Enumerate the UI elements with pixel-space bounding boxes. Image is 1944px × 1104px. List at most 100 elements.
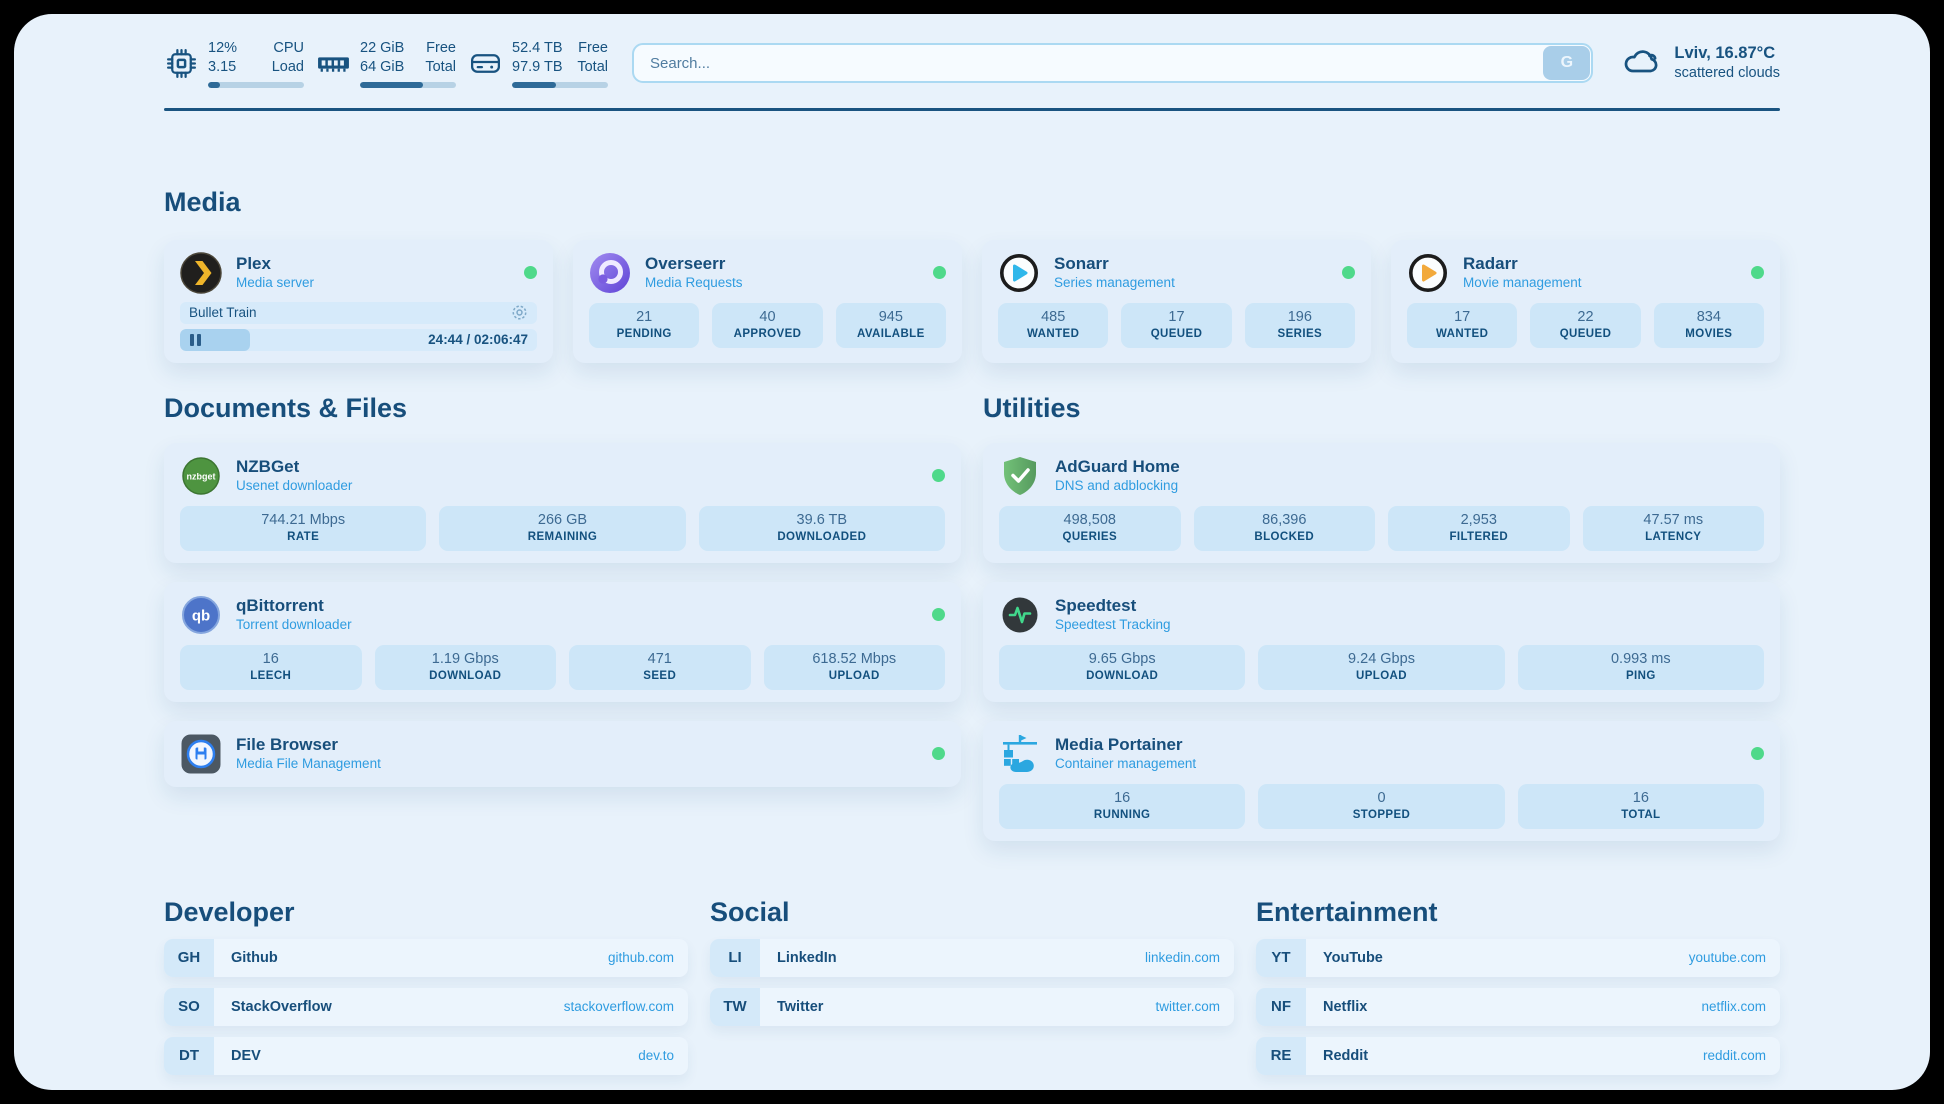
stat-label: AVAILABLE	[836, 327, 946, 342]
bookmark-reddit[interactable]: RE Reddit reddit.com	[1256, 1037, 1780, 1075]
section-title-media: Media	[164, 187, 1780, 218]
stat-label: RATE	[180, 530, 426, 545]
stat-value: 16	[1518, 789, 1764, 808]
system-stats: 12%CPU 3.15Load	[164, 39, 608, 88]
stat-label: LATENCY	[1583, 530, 1765, 545]
filebrowser-icon	[180, 733, 222, 775]
hard-drive-icon	[468, 46, 503, 81]
app-card-sonarr[interactable]: Sonarr Series management 485WANTED 17QUE…	[982, 240, 1371, 363]
stat-tile: 498,508QUERIES	[999, 506, 1181, 551]
stat-tile: 21PENDING	[589, 303, 699, 348]
search-provider-button[interactable]: G	[1543, 46, 1590, 80]
stat-tile: 47.57 msLATENCY	[1583, 506, 1765, 551]
app-subtitle: DNS and adblocking	[1055, 477, 1180, 495]
disk-label-bottom: Total	[577, 58, 608, 77]
stat-label: WANTED	[1407, 327, 1517, 342]
bookmark-name: YouTube	[1323, 950, 1383, 966]
now-playing-row: Bullet Train	[180, 302, 537, 324]
app-card-speedtest[interactable]: Speedtest Speedtest Tracking 9.65 GbpsDO…	[983, 582, 1780, 702]
disk-label-top: Free	[578, 39, 608, 58]
stat-value: 485	[998, 308, 1108, 327]
bookmark-url: twitter.com	[1155, 999, 1220, 1014]
stat-value: 40	[712, 308, 822, 327]
speedtest-icon	[999, 594, 1041, 636]
stat-value: 16	[180, 650, 362, 669]
app-card-portainer[interactable]: Media Portainer Container management 16R…	[983, 721, 1780, 841]
ram-progress-fill	[360, 82, 423, 88]
section-documents: Documents & Files nzbget NZBGet Usenet d…	[164, 393, 961, 787]
bookmark-abbr: GH	[164, 939, 214, 977]
bookmark-youtube[interactable]: YT YouTube youtube.com	[1256, 939, 1780, 977]
stat-label: UPLOAD	[1258, 669, 1504, 684]
disk-total-value: 97.9 TB	[512, 58, 563, 77]
stat-tile: 9.65 GbpsDOWNLOAD	[999, 645, 1245, 690]
bookmark-group-developer: Developer GH Github github.com SO StackO…	[164, 897, 688, 1075]
stat-tile: 834MOVIES	[1654, 303, 1764, 348]
stat-tile: 945AVAILABLE	[836, 303, 946, 348]
bookmark-netflix[interactable]: NF Netflix netflix.com	[1256, 988, 1780, 1026]
app-title: Speedtest	[1055, 595, 1171, 616]
stat-tile: 16TOTAL	[1518, 784, 1764, 829]
dashboard-panel: 12%CPU 3.15Load	[14, 14, 1930, 1090]
ram-label-top: Free	[426, 39, 456, 58]
bookmark-github[interactable]: GH Github github.com	[164, 939, 688, 977]
app-title: Overseerr	[645, 253, 743, 274]
app-card-plex[interactable]: Plex Media server Bullet Train	[164, 240, 553, 363]
app-subtitle: Speedtest Tracking	[1055, 616, 1171, 634]
app-card-nzbget[interactable]: nzbget NZBGet Usenet downloader 744.21 M…	[164, 443, 961, 563]
plex-icon	[180, 252, 222, 294]
search-input[interactable]	[632, 43, 1593, 83]
app-subtitle: Media server	[236, 274, 314, 292]
disk-stat: 52.4 TBFree 97.9 TBTotal	[468, 39, 608, 88]
status-dot	[1751, 266, 1764, 279]
stat-label: PENDING	[589, 327, 699, 342]
stat-tile: 0STOPPED	[1258, 784, 1504, 829]
stat-value: 744.21 Mbps	[180, 511, 426, 530]
app-subtitle: Container management	[1055, 755, 1196, 773]
bookmark-dev[interactable]: DT DEV dev.to	[164, 1037, 688, 1075]
stat-value: 2,953	[1388, 511, 1570, 530]
app-card-radarr[interactable]: Radarr Movie management 17WANTED 22QUEUE…	[1391, 240, 1780, 363]
section-utilities: Utilities AdGuard Home	[983, 393, 1780, 841]
app-title: Radarr	[1463, 253, 1582, 274]
app-title: File Browser	[236, 734, 381, 755]
stat-value: 21	[589, 308, 699, 327]
bookmark-url: linkedin.com	[1145, 950, 1220, 965]
bookmark-stackoverflow[interactable]: SO StackOverflow stackoverflow.com	[164, 988, 688, 1026]
stat-label: DOWNLOAD	[999, 669, 1245, 684]
stat-value: 16	[999, 789, 1245, 808]
sonarr-icon	[998, 252, 1040, 294]
bookmark-twitter[interactable]: TW Twitter twitter.com	[710, 988, 1234, 1026]
stat-value: 17	[1407, 308, 1517, 327]
app-card-filebrowser[interactable]: File Browser Media File Management	[164, 721, 961, 787]
stat-value: 39.6 TB	[699, 511, 945, 530]
app-title: Sonarr	[1054, 253, 1175, 274]
search-box: G	[632, 43, 1593, 83]
bookmark-url: github.com	[608, 950, 674, 965]
cpu-chip-icon	[164, 46, 199, 81]
stat-tile: 744.21 MbpsRATE	[180, 506, 426, 551]
stat-tile: 16RUNNING	[999, 784, 1245, 829]
ram-progress-track	[360, 82, 456, 88]
bookmark-url: netflix.com	[1701, 999, 1766, 1014]
stat-label: REMAINING	[439, 530, 685, 545]
stat-tile: 485WANTED	[998, 303, 1108, 348]
playback-time: 24:44 / 02:06:47	[428, 329, 528, 351]
stat-tile: 22QUEUED	[1530, 303, 1640, 348]
overseerr-icon	[589, 252, 631, 294]
cpu-label-top: CPU	[273, 39, 304, 58]
bookmark-linkedin[interactable]: LI LinkedIn linkedin.com	[710, 939, 1234, 977]
app-card-qbittorrent[interactable]: qb qBittorrent Torrent downloader 16LEEC…	[164, 582, 961, 702]
bookmark-abbr: YT	[1256, 939, 1306, 977]
app-subtitle: Torrent downloader	[236, 616, 352, 634]
stat-label: WANTED	[998, 327, 1108, 342]
adguard-icon	[999, 455, 1041, 497]
cloud-icon	[1621, 46, 1661, 80]
stat-value: 266 GB	[439, 511, 685, 530]
stat-label: RUNNING	[999, 808, 1245, 823]
app-subtitle: Usenet downloader	[236, 477, 352, 495]
bookmark-url: youtube.com	[1689, 950, 1766, 965]
app-card-adguard[interactable]: AdGuard Home DNS and adblocking 498,508Q…	[983, 443, 1780, 563]
status-dot	[1342, 266, 1355, 279]
app-card-overseerr[interactable]: Overseerr Media Requests 21PENDING 40APP…	[573, 240, 962, 363]
